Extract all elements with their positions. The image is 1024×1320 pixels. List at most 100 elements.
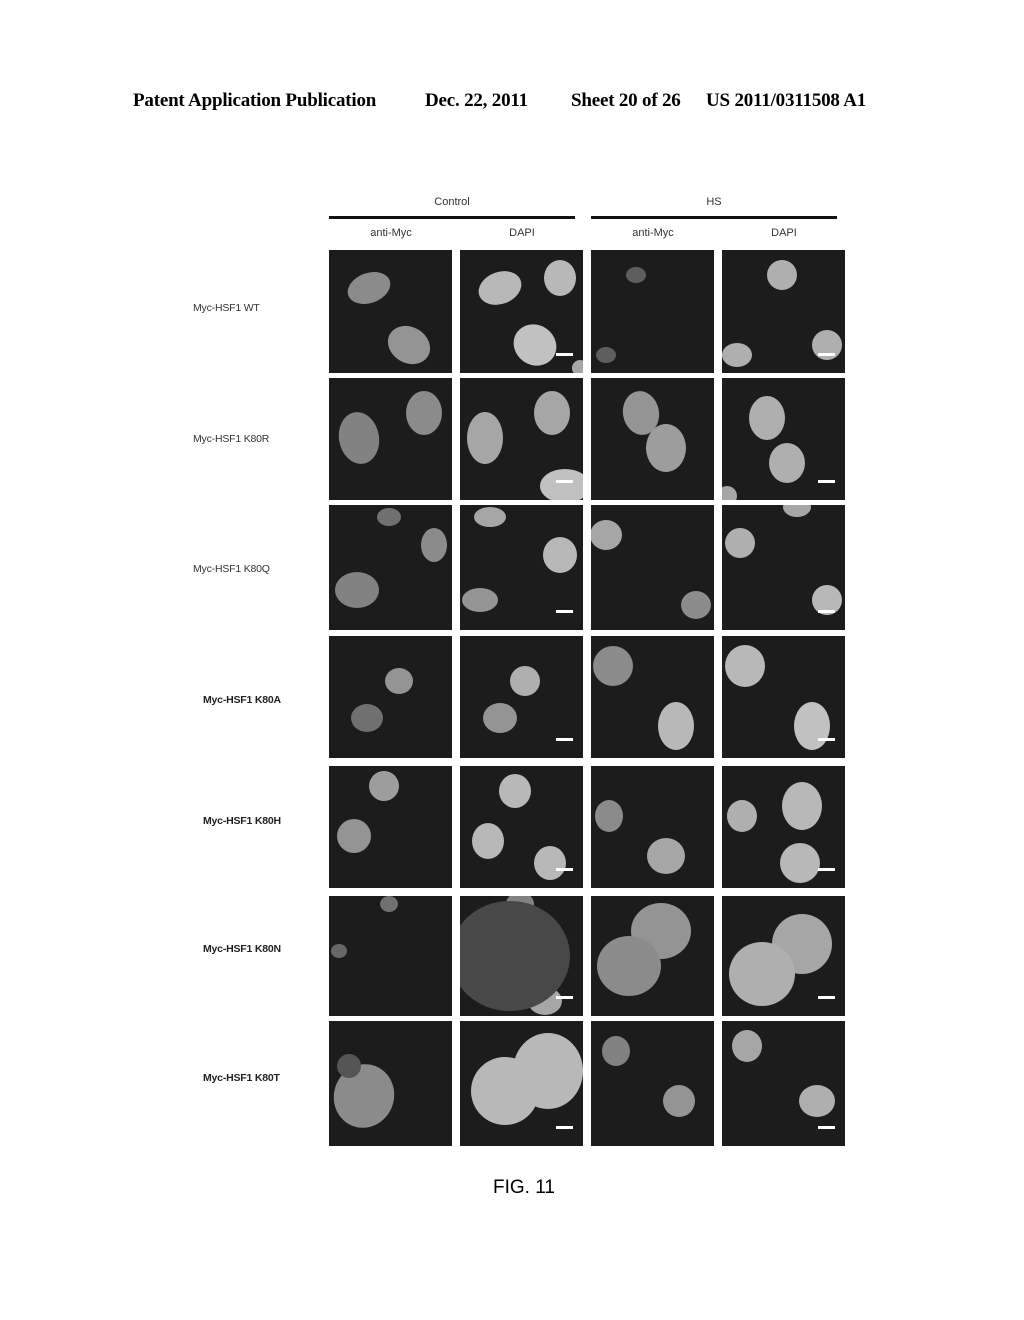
nucleus: [406, 391, 442, 435]
nucleus: [474, 507, 506, 527]
nucleus: [380, 896, 398, 912]
nucleus: [534, 391, 570, 435]
micrograph-panel-anti-myc-control: [329, 250, 452, 373]
sheet-number: Sheet 20 of 26: [571, 90, 681, 111]
nucleus: [483, 703, 517, 733]
scale-bar: [556, 353, 573, 356]
nucleus: [421, 528, 447, 562]
nucleus: [722, 486, 737, 500]
nucleus: [663, 1085, 695, 1117]
nucleus: [513, 324, 557, 366]
nucleus: [591, 520, 622, 550]
scale-bar: [818, 480, 835, 483]
nucleus: [513, 1033, 583, 1109]
nucleus: [647, 838, 685, 874]
publication-date: Dec. 22, 2011: [425, 90, 528, 111]
nucleus: [626, 267, 646, 283]
nucleus: [725, 645, 765, 687]
nucleus: [596, 347, 616, 363]
micrograph-panel-anti-myc-hs: [591, 1021, 714, 1146]
column-header: DAPI: [509, 227, 535, 239]
nucleus: [467, 412, 503, 464]
scale-bar: [818, 610, 835, 613]
micrograph-panel-dapi-hs: [722, 250, 845, 373]
nucleus: [387, 325, 431, 365]
micrograph-panel-anti-myc-hs: [591, 505, 714, 630]
micrograph-panel-dapi-control: [460, 636, 583, 758]
micrograph-panel-anti-myc-control: [329, 378, 452, 500]
scale-bar: [818, 353, 835, 356]
micrograph-panel-anti-myc-hs: [591, 378, 714, 500]
column-header: anti-Myc: [632, 227, 674, 239]
group-label-control: Control: [434, 196, 470, 208]
micrograph-panel-dapi-hs: [722, 378, 845, 500]
nucleus: [351, 704, 383, 732]
micrograph-panel-dapi-control: [460, 378, 583, 500]
nucleus: [602, 1036, 630, 1066]
row-label: Myc-HSF1 WT: [193, 302, 260, 314]
nucleus: [337, 819, 371, 853]
scale-bar: [556, 996, 573, 999]
nucleus: [377, 508, 401, 526]
micrograph-panel-anti-myc-control: [329, 766, 452, 888]
micrograph-panel-dapi-control: [460, 896, 583, 1016]
nucleus: [478, 271, 522, 305]
nucleus: [347, 272, 391, 304]
publication-type: Patent Application Publication: [133, 90, 377, 111]
nucleus: [337, 1054, 361, 1078]
patent-number: US 2011/0311508 A1: [706, 90, 867, 111]
nucleus: [727, 800, 757, 832]
scale-bar: [556, 610, 573, 613]
nucleus: [510, 666, 540, 696]
nucleus: [540, 469, 583, 500]
nucleus: [593, 646, 633, 686]
scale-bar: [818, 1126, 835, 1129]
scale-bar: [818, 738, 835, 741]
row-label: Myc-HSF1 K80H: [203, 815, 281, 827]
nucleus: [597, 936, 661, 996]
micrograph-panel-dapi-hs: [722, 636, 845, 758]
nucleus: [572, 360, 583, 373]
nucleus: [472, 823, 504, 859]
row-label: Myc-HSF1 K80T: [203, 1072, 280, 1084]
micrograph-panel-dapi-hs: [722, 766, 845, 888]
nucleus: [799, 1085, 835, 1117]
nucleus: [335, 572, 379, 608]
scale-bar: [556, 480, 573, 483]
row-label: Myc-HSF1 K80N: [203, 943, 281, 955]
group-label-hs: HS: [706, 196, 722, 208]
scale-bar: [818, 996, 835, 999]
nucleus: [732, 1030, 762, 1062]
nucleus: [658, 702, 694, 750]
row-label: Myc-HSF1 K80R: [193, 433, 270, 445]
nucleus: [369, 771, 399, 801]
nucleus: [543, 537, 577, 573]
micrograph-panel-dapi-hs: [722, 505, 845, 630]
micrograph-panel-anti-myc-control: [329, 896, 452, 1016]
micrograph-panel-dapi-hs: [722, 1021, 845, 1146]
micrograph-panel-dapi-control: [460, 505, 583, 630]
row-label: Myc-HSF1 K80Q: [193, 563, 270, 575]
micrograph-panel-anti-myc-control: [329, 636, 452, 758]
micrograph-panel-anti-myc-hs: [591, 766, 714, 888]
nucleus: [681, 591, 711, 619]
figure-caption: FIG. 11: [493, 1177, 555, 1198]
micrograph-panel-anti-myc-hs: [591, 896, 714, 1016]
scale-bar: [556, 868, 573, 871]
column-header: anti-Myc: [370, 227, 412, 239]
row-label: Myc-HSF1 K80A: [203, 694, 281, 706]
micrograph-panel-dapi-control: [460, 1021, 583, 1146]
nucleus: [782, 782, 822, 830]
nucleus: [499, 774, 531, 808]
nucleus: [722, 343, 752, 367]
micrograph-panel-anti-myc-hs: [591, 250, 714, 373]
column-header: DAPI: [771, 227, 797, 239]
nucleus: [794, 702, 830, 750]
nucleus: [783, 505, 811, 517]
group-divider-control: [329, 216, 575, 219]
nucleus: [385, 668, 413, 694]
nucleus: [780, 843, 820, 883]
nucleus: [725, 528, 755, 558]
nucleus: [338, 412, 380, 464]
scale-bar: [818, 868, 835, 871]
